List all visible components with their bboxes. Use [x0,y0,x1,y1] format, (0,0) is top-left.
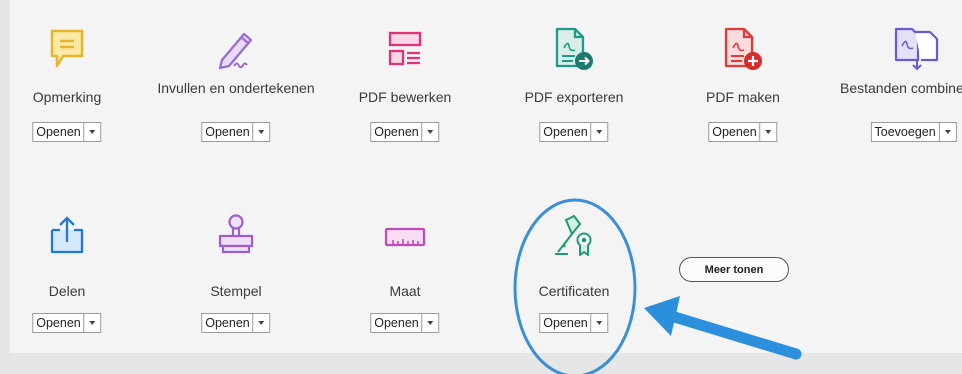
tool-stamp[interactable]: Stempel Openen [156,190,316,340]
tool-label: PDF exporteren [524,89,624,105]
tool-export-pdf[interactable]: PDF exporteren Openen [494,0,654,150]
open-split-button[interactable]: Openen [370,122,440,142]
tool-label: Stempel [210,283,262,299]
dropdown-arrow-icon[interactable] [254,123,270,141]
tool-fill-sign[interactable]: Invullen en ondertekenen Openen [156,0,316,150]
open-button[interactable]: Openen [709,123,761,141]
open-split-button[interactable]: Openen [32,313,102,333]
measure-icon [383,226,427,255]
edit-pdf-icon [387,30,423,73]
open-split-button[interactable]: Openen [539,313,609,333]
tool-label: PDF maken [706,89,780,105]
tool-edit-pdf[interactable]: PDF bewerken Openen [325,0,485,150]
dropdown-arrow-icon[interactable] [254,314,270,332]
tool-label: Opmerking [32,89,102,105]
tool-combine-files[interactable]: Bestanden combineren Toevoegen [832,0,962,150]
dropdown-arrow-icon[interactable] [761,123,777,141]
dropdown-arrow-icon[interactable] [423,123,439,141]
add-split-button[interactable]: Toevoegen [870,122,957,142]
tool-certificates[interactable]: Certificaten Openen [494,190,654,340]
add-button[interactable]: Toevoegen [872,123,940,141]
open-button[interactable]: Openen [540,123,592,141]
tool-label: Delen [48,283,86,299]
tool-create-pdf[interactable]: PDF maken Openen [663,0,823,150]
open-split-button[interactable]: Openen [32,122,102,142]
tool-label: Maat [389,283,421,299]
tool-comment[interactable]: Opmerking Openen [0,0,147,150]
create-pdf-icon [722,26,764,77]
dropdown-arrow-icon[interactable] [940,123,956,141]
dropdown-arrow-icon[interactable] [592,123,608,141]
open-button[interactable]: Openen [371,314,423,332]
open-split-button[interactable]: Openen [370,313,440,333]
certificates-icon [552,212,596,263]
open-split-button[interactable]: Openen [201,122,271,142]
dropdown-arrow-icon[interactable] [423,314,439,332]
tool-label: Certificaten [538,283,610,299]
fill-sign-icon [214,26,258,75]
tool-label: PDF bewerken [358,89,452,105]
combine-files-icon [893,26,941,77]
open-split-button[interactable]: Openen [201,313,271,333]
open-split-button[interactable]: Openen [708,122,778,142]
open-button[interactable]: Openen [371,123,423,141]
tool-measure[interactable]: Maat Openen [325,190,485,340]
open-button[interactable]: Openen [202,314,254,332]
open-button[interactable]: Openen [33,314,85,332]
tool-share[interactable]: Delen Openen [0,190,147,340]
export-pdf-icon [553,26,595,77]
stamp-icon [216,212,256,263]
open-button[interactable]: Openen [202,123,254,141]
dropdown-arrow-icon[interactable] [85,314,101,332]
open-split-button[interactable]: Openen [539,122,609,142]
tool-label: Invullen en ondertekenen [157,80,315,96]
dropdown-arrow-icon[interactable] [85,123,101,141]
comment-icon [49,28,85,75]
dropdown-arrow-icon[interactable] [592,314,608,332]
share-icon [47,214,87,261]
open-button[interactable]: Openen [540,314,592,332]
more-tools-button[interactable]: Meer tonen [679,257,789,282]
tool-label: Bestanden combineren [840,80,962,96]
open-button[interactable]: Openen [33,123,85,141]
